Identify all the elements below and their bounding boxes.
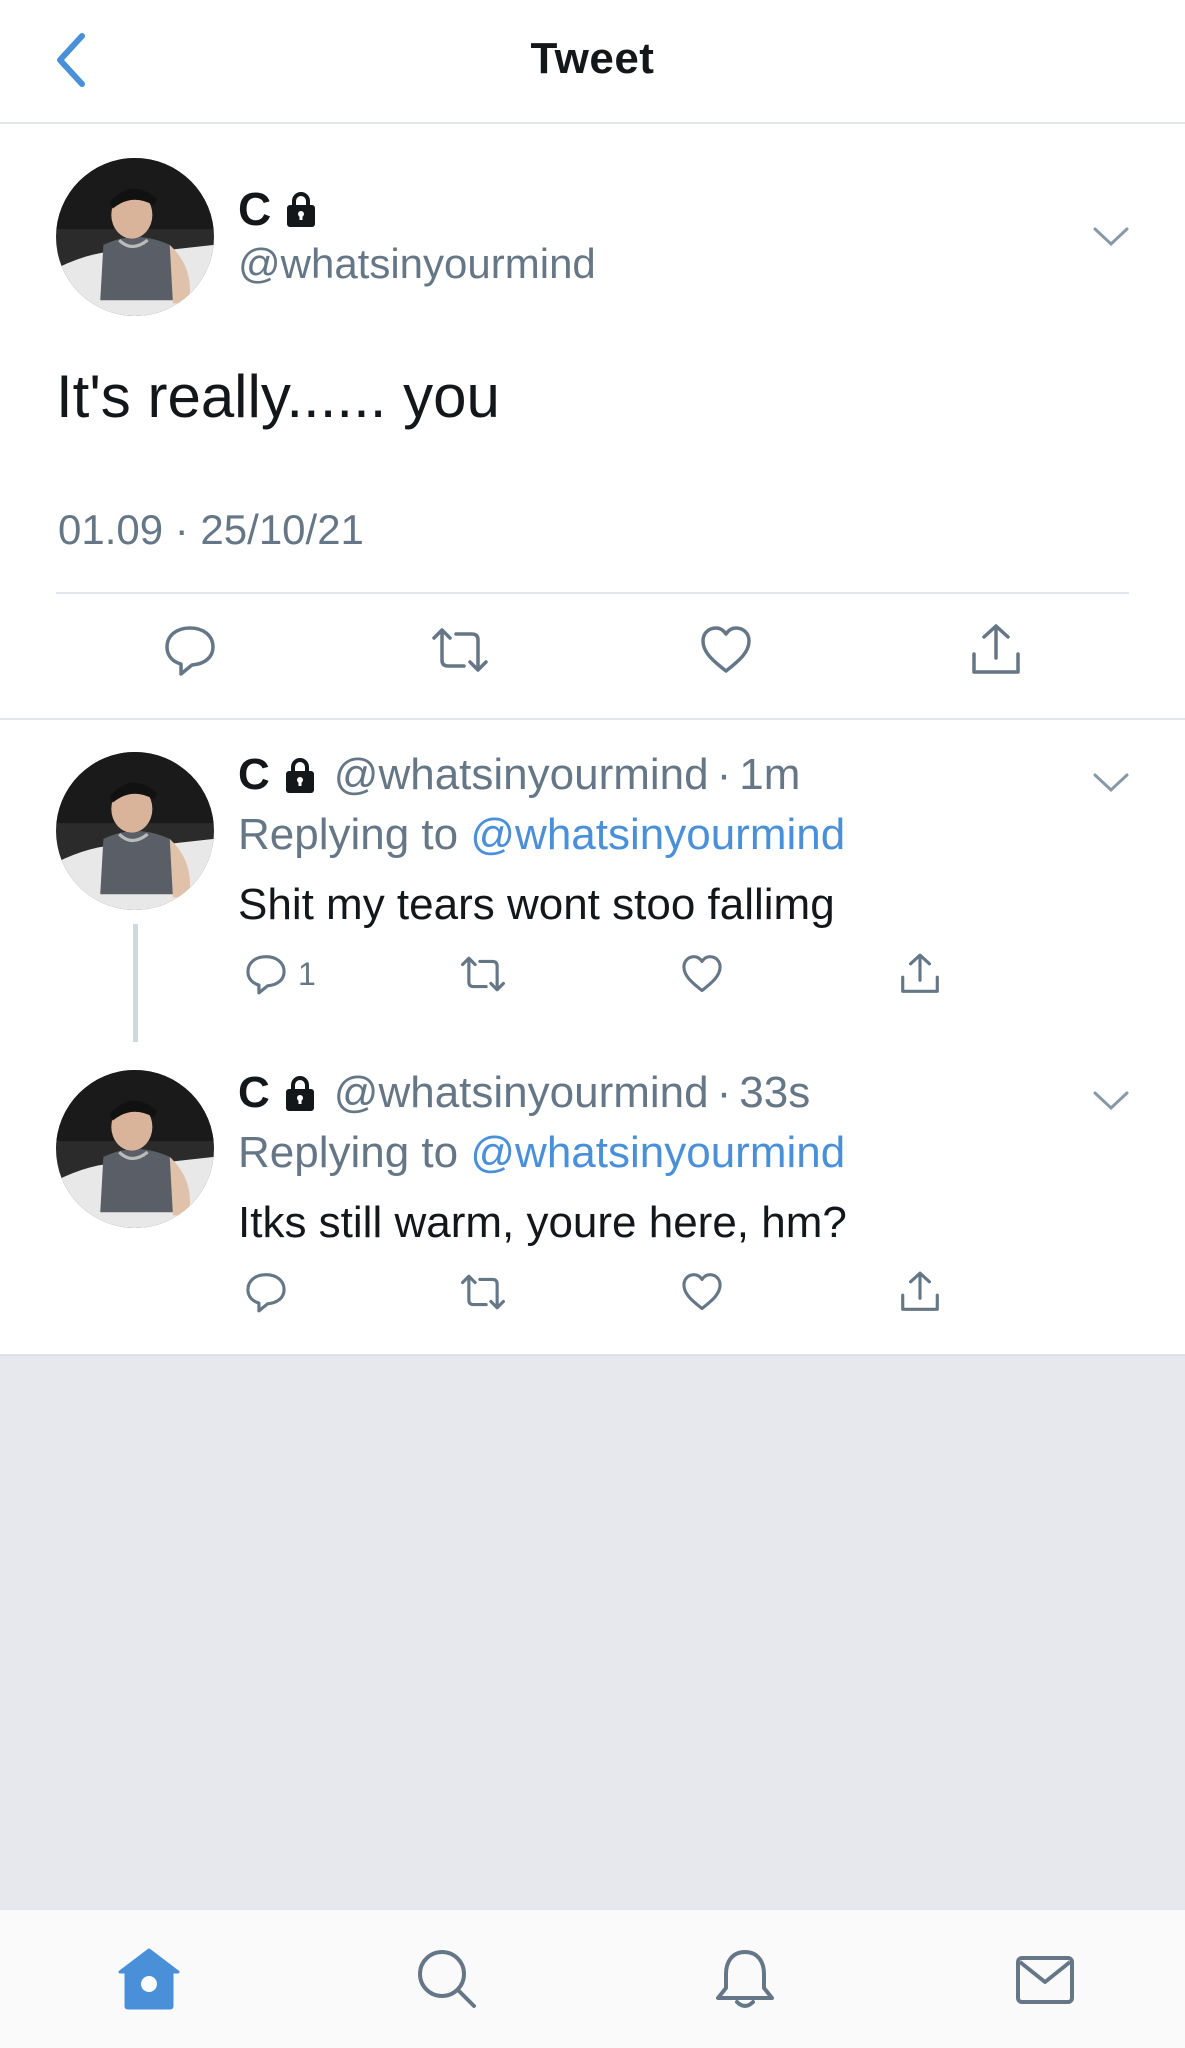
author-name[interactable]: C <box>238 182 321 236</box>
comment-icon <box>246 1273 286 1313</box>
chevron-down-icon[interactable] <box>1092 772 1130 794</box>
reply-tweet[interactable]: C @whatsinyourmind · 33s Replying to @wh… <box>0 1038 1185 1354</box>
retweet-icon <box>432 628 488 672</box>
retweet-button[interactable] <box>458 952 508 996</box>
like-button[interactable] <box>680 952 724 996</box>
author-name[interactable]: C <box>238 1068 270 1118</box>
replying-to: Replying to @whatsinyourmind <box>238 810 845 860</box>
top-nav-bar: Tweet <box>0 0 1185 124</box>
avatar[interactable] <box>56 1070 214 1228</box>
tweet-text: It's really...... you <box>56 363 500 430</box>
tab-home[interactable] <box>116 1946 182 2012</box>
heart-icon <box>701 626 751 673</box>
lock-icon <box>287 192 316 227</box>
mention-link[interactable]: @whatsinyourmind <box>470 810 845 859</box>
separator-dot: · <box>716 750 732 799</box>
share-icon <box>901 1271 939 1311</box>
app-root: Tweet C @whatsinyourmind It's really....… <box>0 0 1185 2048</box>
author-handle[interactable]: @whatsinyourmind <box>334 1068 709 1118</box>
author-name-text: C <box>238 183 272 235</box>
heart-icon <box>682 1273 722 1311</box>
replying-to-label: Replying to <box>238 810 459 859</box>
retweet-icon <box>461 956 505 992</box>
replying-to-label: Replying to <box>238 1128 459 1177</box>
page-title: Tweet <box>530 34 655 83</box>
notifications-icon <box>716 1950 774 2008</box>
author-name[interactable]: C <box>238 750 270 800</box>
empty-background <box>0 1354 1185 1908</box>
reply-tweet[interactable]: C @whatsinyourmind · 1m Replying to @wha… <box>0 720 1185 1042</box>
share-icon <box>901 953 939 993</box>
tab-search[interactable] <box>414 1946 480 2012</box>
retweet-button[interactable] <box>430 622 490 678</box>
mention-link[interactable]: @whatsinyourmind <box>470 1128 845 1177</box>
reply-button[interactable] <box>244 1270 288 1314</box>
reply-button[interactable]: 1 <box>244 952 316 996</box>
divider <box>56 592 1129 594</box>
tweet-actions <box>0 1270 1185 1330</box>
tab-messages[interactable] <box>1012 1946 1078 2012</box>
like-button[interactable] <box>698 622 754 678</box>
home-icon <box>118 1948 180 2010</box>
chevron-down-icon[interactable] <box>1092 1090 1130 1112</box>
messages-icon <box>1016 1956 1074 2004</box>
reply-time: 1m <box>739 750 801 799</box>
avatar[interactable] <box>56 158 214 316</box>
reply-button[interactable] <box>162 622 218 678</box>
comment-icon <box>165 626 215 676</box>
main-tweet[interactable]: C @whatsinyourmind It's really...... you… <box>0 126 1185 720</box>
bottom-tab-bar <box>0 1908 1185 2048</box>
like-button[interactable] <box>680 1270 724 1314</box>
retweet-icon <box>461 1274 505 1310</box>
reply-header: C @whatsinyourmind · 1m <box>238 750 800 800</box>
tweet-timestamp: 01.09 · 25/10/21 <box>58 506 364 553</box>
author-handle[interactable]: @whatsinyourmind <box>238 240 596 288</box>
author-handle[interactable]: @whatsinyourmind <box>334 750 709 800</box>
tweet-text: Shit my tears wont stoo fallimg <box>238 880 835 929</box>
tweet-actions <box>0 622 1185 702</box>
chevron-down-icon[interactable] <box>1092 226 1130 248</box>
reply-count: 1 <box>298 955 316 992</box>
reply-time: 33s <box>739 1068 811 1117</box>
share-button[interactable] <box>898 1270 942 1314</box>
tweet-actions: 1 <box>0 952 1185 1012</box>
tab-notifications[interactable] <box>712 1946 778 2012</box>
comment-icon <box>246 955 286 995</box>
replying-to: Replying to @whatsinyourmind <box>238 1128 845 1178</box>
search-icon <box>418 1950 476 2008</box>
lock-icon <box>285 758 314 793</box>
separator-dot: · <box>716 1068 732 1117</box>
tweet-text: Itks still warm, youre here, hm? <box>238 1198 847 1247</box>
retweet-button[interactable] <box>458 1270 508 1314</box>
share-icon <box>972 624 1020 674</box>
share-button[interactable] <box>898 952 942 996</box>
heart-icon <box>682 955 722 993</box>
share-button[interactable] <box>968 622 1024 678</box>
reply-header: C @whatsinyourmind · 33s <box>238 1068 810 1118</box>
lock-icon <box>285 1076 314 1111</box>
avatar[interactable] <box>56 752 214 910</box>
